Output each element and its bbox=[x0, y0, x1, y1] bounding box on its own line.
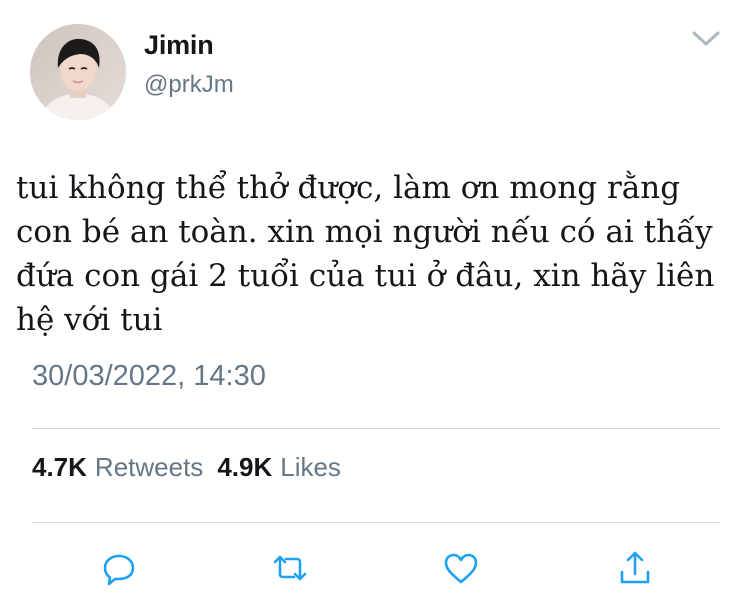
likes-stat[interactable]: 4.9K Likes bbox=[217, 452, 341, 482]
user-handle[interactable]: @prkJm bbox=[144, 71, 234, 99]
share-icon[interactable] bbox=[615, 548, 655, 588]
chevron-down-icon[interactable] bbox=[688, 24, 724, 54]
retweets-label: Retweets bbox=[94, 452, 204, 482]
display-name[interactable]: Jimin bbox=[144, 30, 214, 61]
tweet-text: tui không thể thở được, làm ơn mong rằng… bbox=[16, 170, 715, 338]
divider bbox=[32, 428, 720, 429]
divider bbox=[32, 522, 720, 523]
avatar[interactable] bbox=[30, 24, 126, 120]
retweets-count: 4.7K bbox=[32, 452, 87, 482]
retweet-icon[interactable] bbox=[270, 548, 310, 588]
tweet-stats: 4.7K Retweets 4.9K Likes bbox=[32, 452, 341, 483]
reply-icon[interactable] bbox=[99, 548, 139, 588]
tweet-timestamp[interactable]: 30/03/2022, 14:30 bbox=[32, 360, 266, 393]
likes-label: Likes bbox=[280, 452, 341, 482]
retweets-stat[interactable]: 4.7K Retweets bbox=[32, 452, 203, 482]
likes-count: 4.9K bbox=[217, 452, 273, 482]
like-icon[interactable] bbox=[441, 548, 481, 588]
